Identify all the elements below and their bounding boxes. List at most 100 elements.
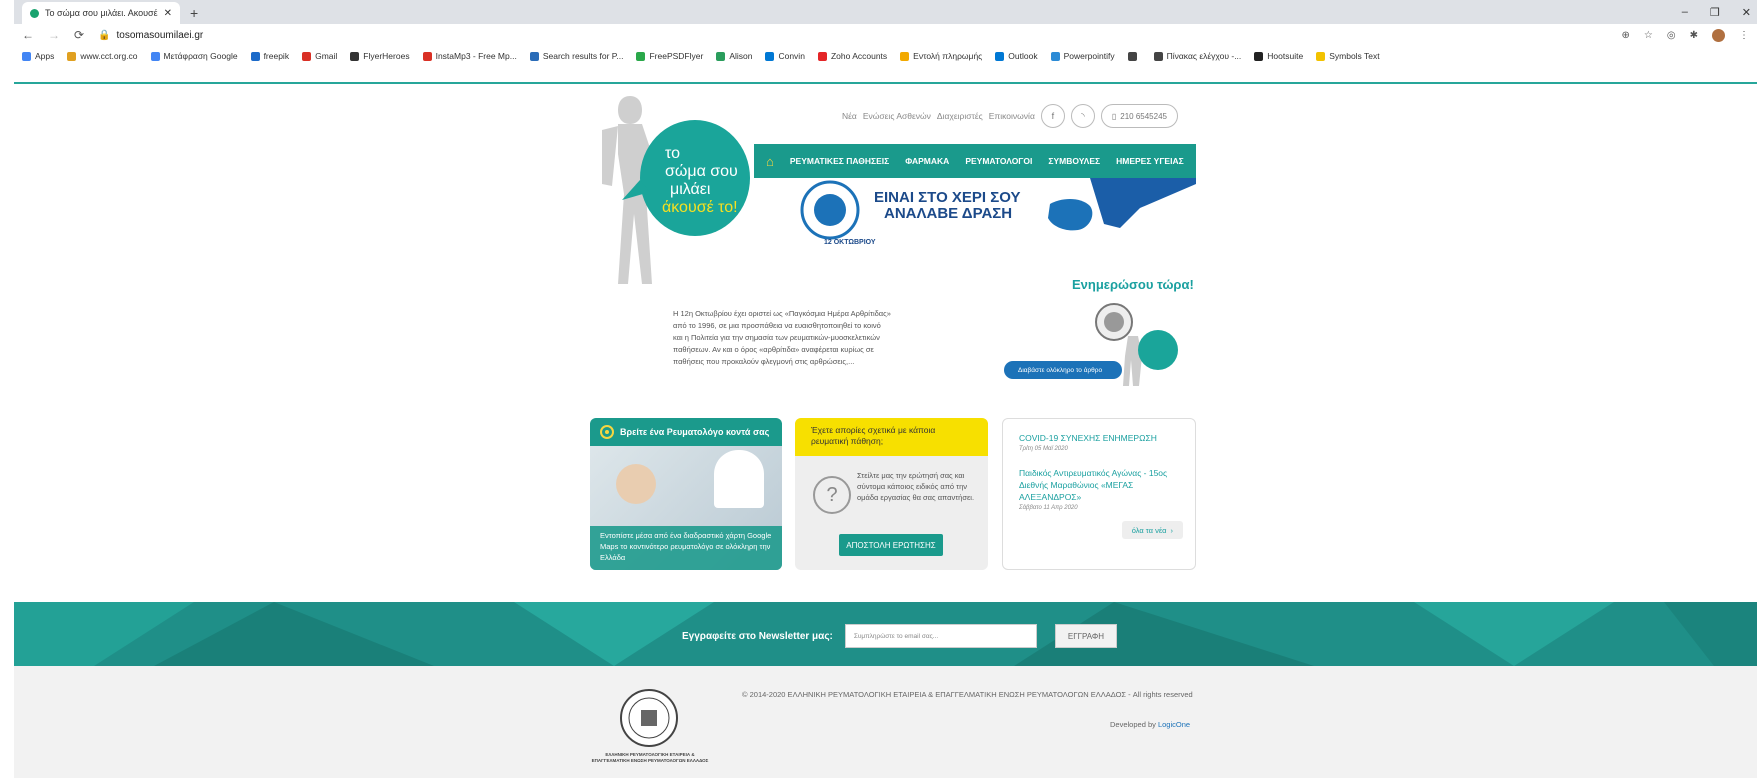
newsletter-email-input[interactable]: Συμπληρώστε το email σας... <box>844 624 1037 648</box>
find-card-title: Βρείτε ένα Ρευματολόγο κοντά σας <box>620 427 770 437</box>
nav-patients[interactable]: Ενώσεις Ασθενών <box>863 111 931 121</box>
hero-banner[interactable]: 12 ΟΚΤΩΒΡΙΟΥ ΕΙΝΑΙ ΣΤΟ ΧΕΡΙ ΣΟΥ ΑΝΑΛΑΒΕ … <box>790 178 1196 258</box>
map-pin-icon <box>600 425 614 439</box>
association-seal-logo[interactable] <box>619 688 679 748</box>
bookmark-favicon-icon <box>817 51 827 61</box>
favicon-icon <box>30 8 39 18</box>
bookmark-favicon-icon <box>1050 51 1060 61</box>
news-item-2-title[interactable]: Παιδικός Αντιρευματικός Αγώνας - 15ος Δι… <box>1019 467 1189 503</box>
read-more-button[interactable]: Διαβάστε ολόκληρο το άρθρο <box>1004 361 1122 379</box>
bookmark-favicon-icon <box>150 51 160 61</box>
menu-item-drugs[interactable]: ΦΑΡΜΑΚΑ <box>905 156 949 166</box>
bookmark-item[interactable]: Convin <box>765 51 805 61</box>
forward-icon[interactable]: → <box>48 28 60 42</box>
bookmark-item[interactable]: Πίνακας ελέγχου -... <box>1153 51 1241 61</box>
close-tab-icon[interactable]: ✕ <box>164 8 172 19</box>
menu-item-advice[interactable]: ΣΥΜΒΟΥΛΕΣ <box>1048 156 1100 166</box>
new-tab-button[interactable]: + <box>190 5 198 21</box>
bookmark-item[interactable]: Μετάφραση Google <box>150 51 238 61</box>
zoom-icon[interactable]: ⊕ <box>1622 30 1630 41</box>
bookmark-item[interactable]: FreePSDFlyer <box>636 51 703 61</box>
bookmark-item[interactable]: InstaMp3 - Free Mp... <box>422 51 517 61</box>
address-bar-row: ← → ⟳ 🔒 tosomasoumilaei.gr ⊕ ☆ ◎ ✱ ⋮ <box>14 24 1757 46</box>
bookmark-label: Powerpointify <box>1063 51 1115 61</box>
lock-icon: 🔒 <box>98 29 111 41</box>
bookmark-item[interactable]: Outlook <box>995 51 1038 61</box>
rss-icon[interactable]: ◝ <box>1070 104 1095 128</box>
nav-contact[interactable]: Επικοινωνία <box>989 111 1035 121</box>
subscribe-button[interactable]: ΕΓΓΡΑΦΗ <box>1054 624 1118 648</box>
minimize-icon[interactable]: – <box>1682 6 1688 19</box>
ask-card-text: Στείλτε μας την ερώτησή σας και σύντομα … <box>857 471 975 502</box>
nav-admins[interactable]: Διαχειριστές <box>937 111 983 121</box>
browser-tab[interactable]: Το σώμα σου μιλάει. Ακουσέ το! ✕ <box>22 2 180 24</box>
menu-icon[interactable]: ⋮ <box>1739 30 1749 41</box>
copyright-text: © 2014-2020 ΕΛΛΗΝΙΚΗ ΡΕΥΜΑΤΟΛΟΓΙΚΗ ΕΤΑΙΡ… <box>742 690 1193 699</box>
phone-badge[interactable]: ▯ 210 6545245 <box>1100 104 1178 128</box>
banner-line1: ΕΙΝΑΙ ΣΤΟ ΧΕΡΙ ΣΟΥ <box>874 189 1021 206</box>
all-news-button[interactable]: όλα τα νέα › <box>1121 521 1183 539</box>
news-item-1-title[interactable]: COVID-19 ΣΥΝΕΧΗΣ ΕΝΗΜΕΡΩΣΗ <box>1019 433 1157 443</box>
bookmark-item[interactable]: Powerpointify <box>1050 51 1115 61</box>
bookmark-item[interactable]: Symbols Text <box>1316 51 1380 61</box>
bookmark-favicon-icon <box>1153 51 1163 61</box>
bookmark-item[interactable]: Gmail <box>302 51 337 61</box>
newsletter-bar: Εγγραφείτε στο Newsletter μας: Συμπληρώσ… <box>14 602 1757 666</box>
browser-chrome: Το σώμα σου μιλάει. Ακουσέ το! ✕ + – ❐ ✕… <box>14 0 1757 84</box>
phone-number: 210 6545245 <box>1120 111 1167 121</box>
restore-icon[interactable]: ❐ <box>1710 6 1720 19</box>
bookmark-item[interactable]: Search results for P... <box>529 51 623 61</box>
facebook-icon[interactable]: f <box>1040 104 1065 128</box>
bookmark-favicon-icon <box>350 51 360 61</box>
bookmark-item[interactable]: www.cct.org.co <box>67 51 138 61</box>
bookmark-item[interactable]: Hootsuite <box>1254 51 1303 61</box>
developer-link[interactable]: LogicOne <box>1158 720 1190 729</box>
bookmark-favicon-icon <box>529 51 539 61</box>
window-controls: – ❐ ✕ <box>1682 6 1751 19</box>
nav-news[interactable]: Νέα <box>842 111 857 121</box>
bookmark-label: Convin <box>778 51 805 61</box>
puzzle-icon[interactable]: ✱ <box>1690 30 1698 41</box>
logo-figure[interactable]: το σώμα σου μιλάει άκουσέ το! <box>590 90 760 290</box>
bookmark-item[interactable]: Εντολή πληρωμής <box>900 51 982 61</box>
bookmark-favicon-icon <box>1316 51 1326 61</box>
seal-caption: ΕΛΛΗΝΙΚΗ ΡΕΥΜΑΤΟΛΟΓΙΚΗ ΕΤΑΙΡΕΙΑ & ΕΠΑΓΓΕ… <box>591 752 709 763</box>
find-rheumatologist-card[interactable]: Βρείτε ένα Ρευματολόγο κοντά σας Εντοπίσ… <box>590 418 782 570</box>
newsletter-label: Εγγραφείτε στο Newsletter μας: <box>682 630 833 642</box>
bookmark-label: Apps <box>35 51 55 61</box>
ask-card-title: Έχετε απορίες σχετικά με κάποια ρευματικ… <box>795 418 988 456</box>
footer: ΕΛΛΗΝΙΚΗ ΡΕΥΜΑΤΟΛΟΓΙΚΗ ΕΤΑΙΡΕΙΑ & ΕΠΑΓΓΕ… <box>14 666 1757 778</box>
bookmark-favicon-icon <box>302 51 312 61</box>
bookmark-item[interactable] <box>1127 51 1141 61</box>
chevron-right-icon: › <box>1170 525 1174 535</box>
phone-icon: ▯ <box>1111 111 1117 121</box>
close-window-icon[interactable]: ✕ <box>1742 6 1751 19</box>
bookmark-favicon-icon <box>765 51 775 61</box>
home-icon[interactable]: ⌂ <box>766 154 774 169</box>
bookmark-favicon-icon <box>67 51 77 61</box>
url-field[interactable]: tosomasoumilaei.gr <box>117 30 204 41</box>
menu-item-conditions[interactable]: ΡΕΥΜΑΤΙΚΕΣ ΠΑΘΗΣΕΙΣ <box>790 156 889 166</box>
doctor-photo: Εντοπίστε μέσα από ένα διαδραστικό χάρτη… <box>590 446 782 570</box>
bookmark-item[interactable]: Alison <box>716 51 752 61</box>
bookmark-item[interactable]: Apps <box>22 51 54 61</box>
bookmark-item[interactable]: FlyerHeroes <box>350 51 410 61</box>
bookmark-item[interactable]: Zoho Accounts <box>817 51 887 61</box>
reload-icon[interactable]: ⟳ <box>74 28 84 42</box>
menu-item-health-days[interactable]: ΗΜΕΡΕΣ ΥΓΕΙΑΣ <box>1116 156 1184 166</box>
tab-title: Το σώμα σου μιλάει. Ακουσέ το! <box>45 8 160 18</box>
bookmark-label: FreePSDFlyer <box>649 51 704 61</box>
doctor-figure <box>714 450 764 508</box>
profile-avatar[interactable] <box>1712 28 1725 42</box>
menu-item-rheumatologists[interactable]: ΡΕΥΜΑΤΟΛΟΓΟΙ <box>965 156 1032 166</box>
bookmark-label: Symbols Text <box>1329 51 1380 61</box>
send-question-button[interactable]: ΑΠΟΣΤΟΛΗ ΕΡΩΤΗΣΗΣ <box>839 534 943 556</box>
bookmark-star-icon[interactable]: ☆ <box>1644 30 1653 41</box>
extension-icon[interactable]: ◎ <box>1667 30 1676 41</box>
bookmark-item[interactable]: freepik <box>250 51 289 61</box>
intro-text: Η 12η Οκτωβρίου έχει οριστεί ως «Παγκόσμ… <box>673 309 891 366</box>
banner-badge: 12 ΟΚΤΩΒΡΙΟΥ <box>824 239 876 246</box>
bookmark-favicon-icon <box>1254 51 1264 61</box>
back-icon[interactable]: ← <box>22 28 34 42</box>
tab-bar: Το σώμα σου μιλάει. Ακουσέ το! ✕ + – ❐ ✕ <box>14 0 1757 24</box>
